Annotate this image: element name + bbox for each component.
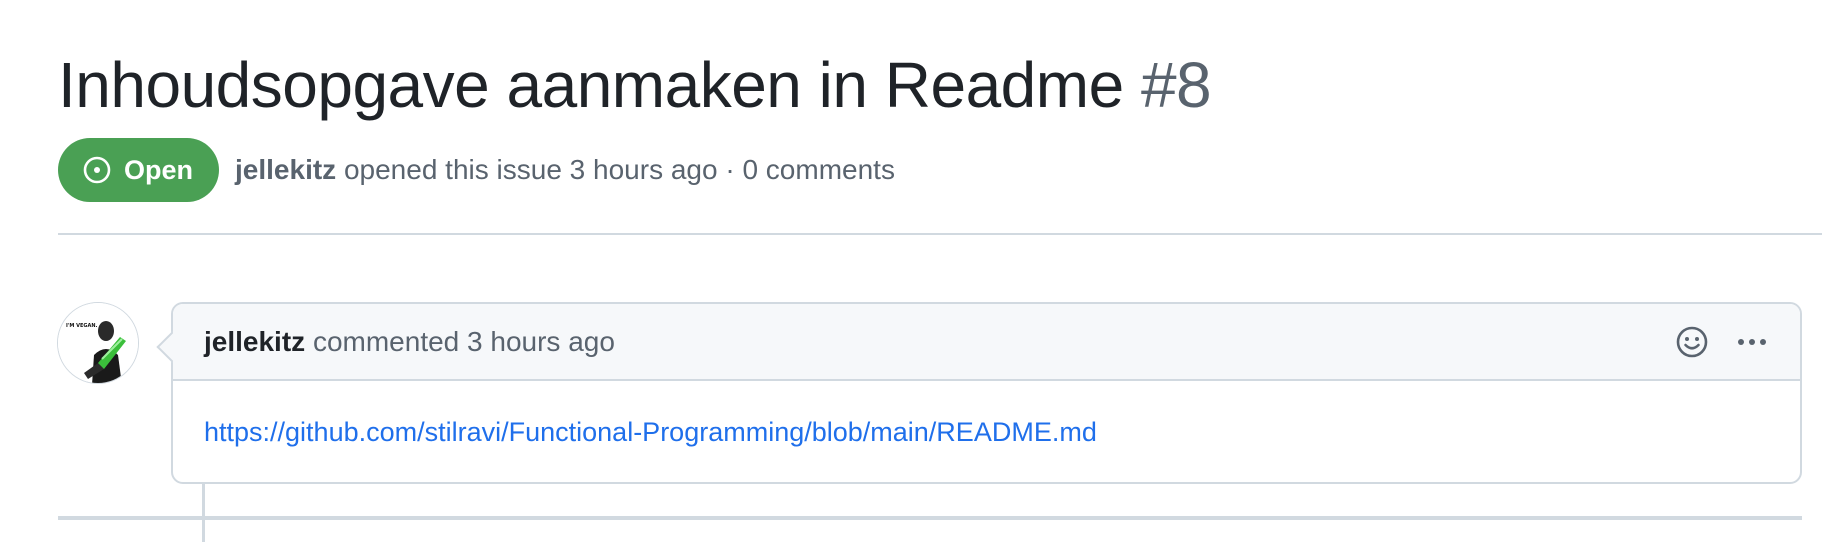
issue-number: #8 — [1140, 49, 1212, 121]
comment-meta: jellekitz commented 3 hours ago — [204, 326, 615, 358]
issue-meta-row: Open jellekitz opened this issue 3 hours… — [58, 138, 895, 202]
issue-state-badge: Open — [58, 138, 220, 202]
comment-body: https://github.com/stilravi/Functional-P… — [173, 381, 1800, 448]
comment-timestamp[interactable]: commented 3 hours ago — [313, 326, 615, 357]
issue-summary: opened this issue 3 hours ago · 0 commen… — [343, 154, 895, 185]
issue-author-link[interactable]: jellekitz — [235, 154, 336, 185]
issue-opened-icon — [82, 155, 112, 185]
comment-link[interactable]: https://github.com/stilravi/Functional-P… — [204, 417, 1097, 447]
issue-page: Inhoudsopgave aanmaken in Readme #8 Open… — [0, 0, 1822, 542]
comment-options-button[interactable] — [1734, 324, 1770, 360]
add-reaction-button[interactable] — [1674, 324, 1710, 360]
issue-header: Inhoudsopgave aanmaken in Readme #8 — [58, 40, 1212, 130]
comment-header: jellekitz commented 3 hours ago — [173, 304, 1800, 381]
comment-box: jellekitz commented 3 hours ago https://… — [171, 302, 1802, 484]
issue-title: Inhoudsopgave aanmaken in Readme #8 — [58, 40, 1212, 130]
author-avatar[interactable]: I'M VEGAN. — [57, 302, 139, 384]
timeline-bottom-rule — [58, 516, 1802, 520]
issue-meta-text: jellekitz opened this issue 3 hours ago … — [235, 154, 895, 186]
smiley-icon — [1674, 324, 1710, 360]
kebab-horizontal-icon — [1734, 324, 1770, 360]
header-divider — [58, 233, 1822, 235]
timeline-line — [202, 484, 205, 542]
issue-state-label: Open — [124, 154, 194, 185]
avatar-caption: I'M VEGAN. — [66, 323, 98, 329]
comment-actions — [1674, 324, 1770, 360]
issue-title-text: Inhoudsopgave aanmaken in Readme — [58, 49, 1124, 121]
comment-author-link[interactable]: jellekitz — [204, 326, 305, 357]
